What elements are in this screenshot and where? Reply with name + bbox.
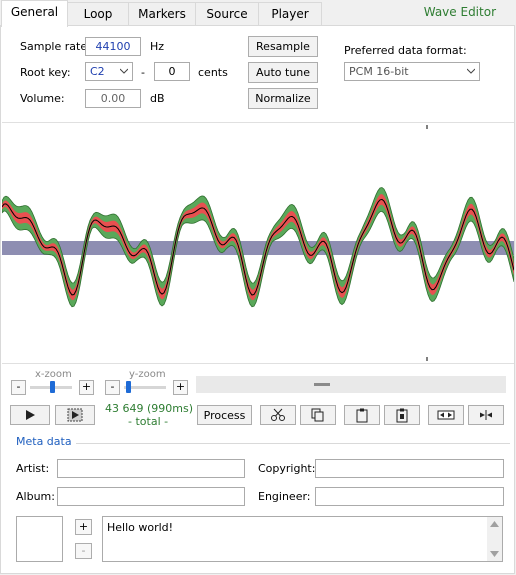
waveform-svg — [2, 125, 514, 361]
tab-general[interactable]: General — [1, 0, 68, 27]
normalize-button[interactable]: Normalize — [248, 88, 318, 109]
scroll-down-icon[interactable] — [490, 551, 499, 557]
waveform-center-band — [2, 241, 514, 255]
expand-horizontal-icon — [437, 410, 455, 420]
tab-markers[interactable]: Markers — [128, 2, 196, 25]
clipboard-icon — [356, 408, 368, 423]
paste-button[interactable] — [344, 405, 380, 425]
root-key-select[interactable]: C2 — [85, 62, 133, 81]
artist-label: Artist: — [16, 462, 50, 475]
cents-dash: - — [141, 66, 145, 79]
play-selection-icon — [67, 408, 83, 422]
play-selection-button[interactable] — [55, 405, 95, 425]
cents-unit: cents — [198, 66, 228, 79]
y-zoom-out-button[interactable]: - — [105, 380, 120, 395]
x-zoom-out-button[interactable]: - — [11, 380, 26, 395]
window-title: Wave Editor — [423, 5, 496, 19]
chevron-down-icon — [467, 68, 475, 74]
root-key-value: C2 — [90, 65, 105, 78]
collapse-horizontal-icon — [480, 410, 492, 420]
horizontal-scrollbar[interactable] — [196, 376, 506, 393]
album-input[interactable] — [57, 487, 245, 506]
artwork-box[interactable] — [16, 516, 63, 562]
add-artwork-button[interactable]: + — [75, 519, 92, 535]
sample-rate-unit: Hz — [150, 40, 165, 53]
shrink-selection-button[interactable] — [468, 405, 504, 425]
artist-input[interactable] — [57, 459, 245, 478]
meta-data-title: Meta data — [16, 435, 72, 448]
paste-special-button[interactable] — [384, 405, 420, 425]
cents-input[interactable]: 0 — [154, 62, 190, 81]
volume-unit: dB — [150, 92, 165, 105]
scrollbar-grip[interactable] — [314, 383, 330, 386]
expand-selection-button[interactable] — [428, 405, 464, 425]
tab-loop[interactable]: Loop — [67, 2, 129, 25]
play-icon — [26, 410, 35, 420]
copyright-input[interactable] — [315, 459, 504, 478]
auto-tune-button[interactable]: Auto tune — [248, 62, 318, 83]
y-zoom-slider[interactable] — [124, 381, 166, 393]
y-zoom-thumb[interactable] — [125, 381, 131, 393]
engineer-label: Engineer: — [258, 490, 311, 503]
comment-text: Hello world! — [107, 521, 174, 534]
tab-player[interactable]: Player — [258, 2, 322, 25]
volume-input[interactable]: 0.00 — [85, 89, 141, 108]
meta-data-divider — [76, 443, 510, 444]
clipboard-insert-icon — [396, 408, 408, 423]
copy-button[interactable] — [300, 405, 336, 425]
sample-rate-label: Sample rate: — [20, 40, 91, 53]
remove-artwork-button[interactable]: - — [75, 543, 92, 559]
x-zoom-in-button[interactable]: + — [79, 380, 94, 395]
tab-bar: General Loop Markers Source Player Wave … — [0, 0, 516, 27]
root-key-label: Root key: — [20, 66, 71, 79]
sample-rate-input[interactable]: 44100 — [85, 37, 141, 56]
format-value: PCM 16-bit — [349, 65, 409, 78]
play-button[interactable] — [10, 405, 50, 425]
resample-button[interactable]: Resample — [248, 36, 318, 57]
x-zoom-slider[interactable] — [30, 381, 72, 393]
y-zoom-in-button[interactable]: + — [173, 380, 188, 395]
comment-scrollbar[interactable] — [487, 517, 502, 561]
chevron-down-icon — [120, 68, 128, 74]
format-select[interactable]: PCM 16-bit — [344, 62, 480, 81]
cut-button[interactable] — [260, 405, 296, 425]
scissors-icon — [271, 408, 285, 421]
scroll-up-icon[interactable] — [490, 521, 499, 527]
tab-source[interactable]: Source — [195, 2, 259, 25]
sample-count-sub: - total - — [128, 415, 169, 428]
y-zoom-label: y-zoom — [129, 369, 166, 380]
comment-textarea[interactable]: Hello world! — [102, 516, 503, 562]
process-button[interactable]: Process — [197, 405, 252, 425]
format-label: Preferred data format: — [344, 44, 467, 57]
sample-count: 43 649 (990ms) — [105, 402, 194, 415]
copy-icon — [311, 408, 324, 422]
copyright-label: Copyright: — [258, 462, 316, 475]
engineer-input[interactable] — [315, 487, 504, 506]
x-zoom-thumb[interactable] — [50, 381, 56, 393]
waveform-view[interactable] — [2, 122, 514, 364]
album-label: Album: — [16, 490, 55, 503]
x-zoom-label: x-zoom — [35, 369, 72, 380]
volume-label: Volume: — [20, 92, 65, 105]
